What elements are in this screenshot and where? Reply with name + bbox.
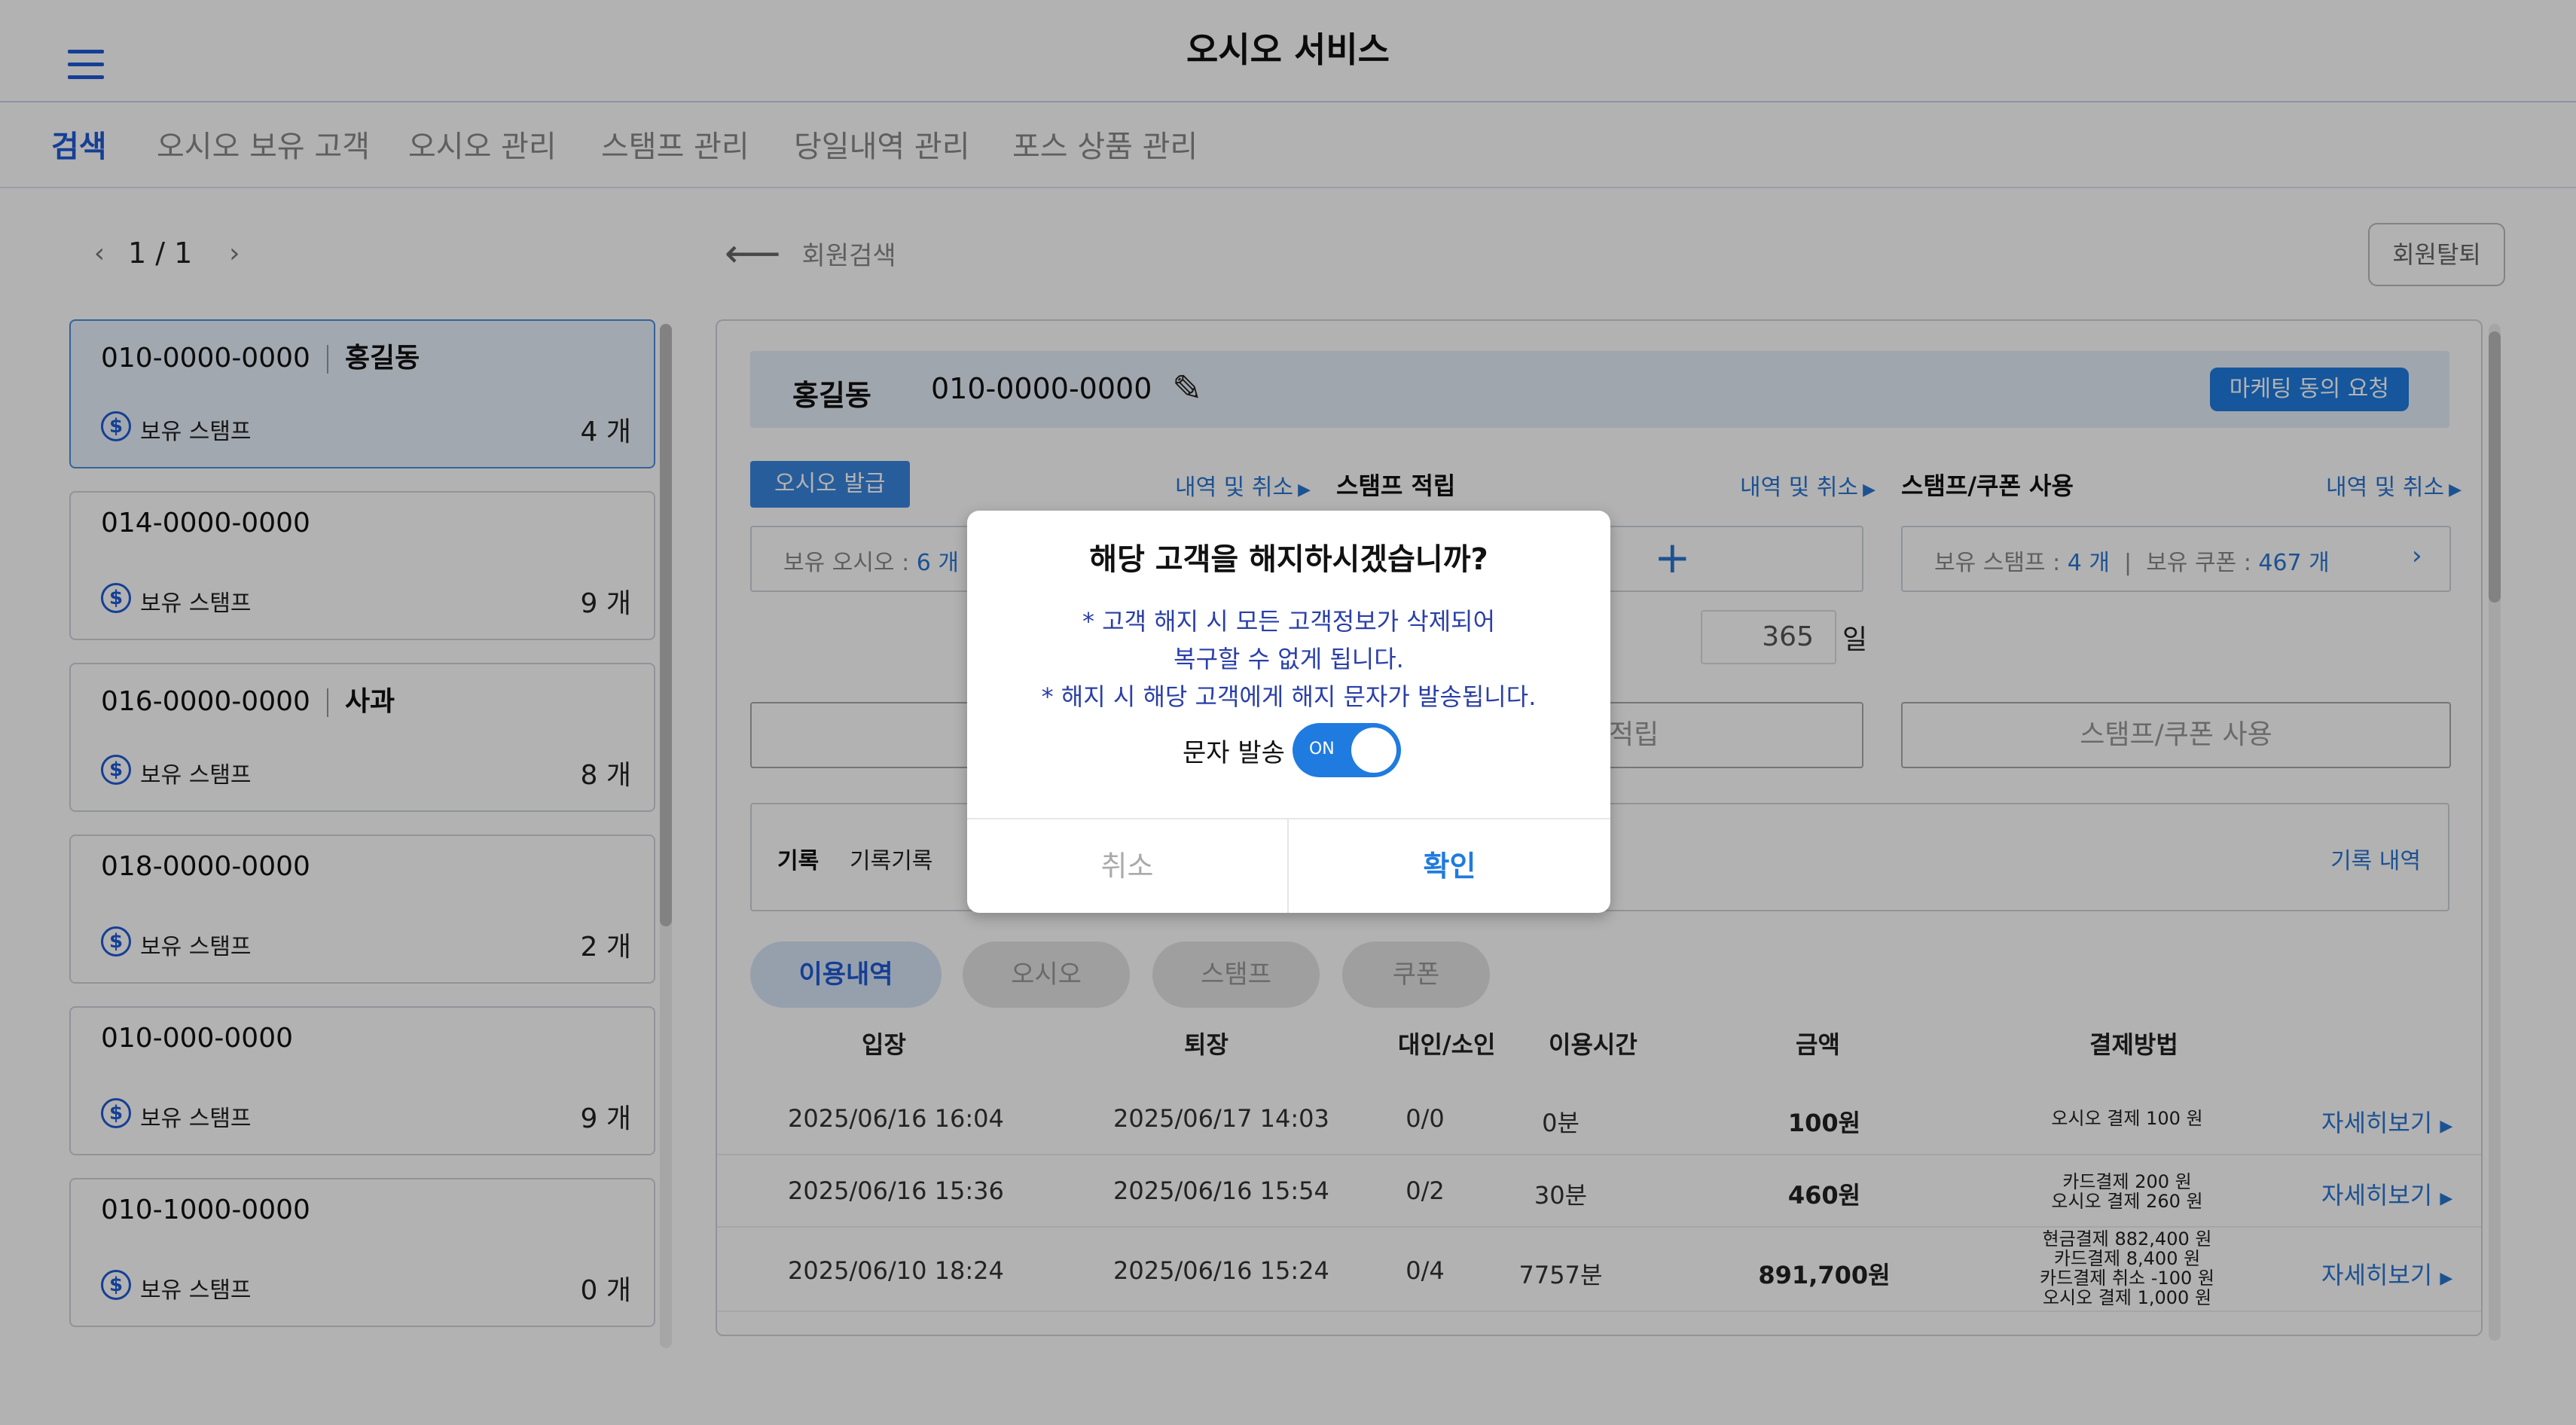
dialog-footer: 취소 확인 — [967, 818, 1610, 913]
sms-label: 문자 발송 — [1183, 737, 1285, 768]
dialog-message-line: * 해지 시 해당 고객에게 해지 문자가 발송됩니다. — [1041, 682, 1537, 711]
confirm-dialog: 해당 고객을 해지하시겠습니까? * 고객 해지 시 모든 고객정보가 삭제되어… — [967, 511, 1610, 913]
dialog-message-line: * 고객 해지 시 모든 고객정보가 삭제되어 — [1082, 607, 1496, 636]
dialog-title: 해당 고객을 해지하시겠습니까? — [1089, 542, 1488, 577]
toggle-knob — [1351, 728, 1396, 773]
sms-toggle[interactable]: ON — [1292, 723, 1401, 777]
dialog-message-line: 복구할 수 없게 됩니다. — [1174, 645, 1404, 673]
sms-toggle-row: 문자 발송 ON — [1183, 723, 1401, 777]
page: 오시오 서비스 검색 오시오 보유 고객 오시오 관리 스탬프 관리 당일내역 … — [0, 0, 2576, 1425]
confirm-button[interactable]: 확인 — [1289, 819, 1610, 913]
cancel-button[interactable]: 취소 — [967, 819, 1289, 913]
toggle-state: ON — [1308, 740, 1335, 758]
